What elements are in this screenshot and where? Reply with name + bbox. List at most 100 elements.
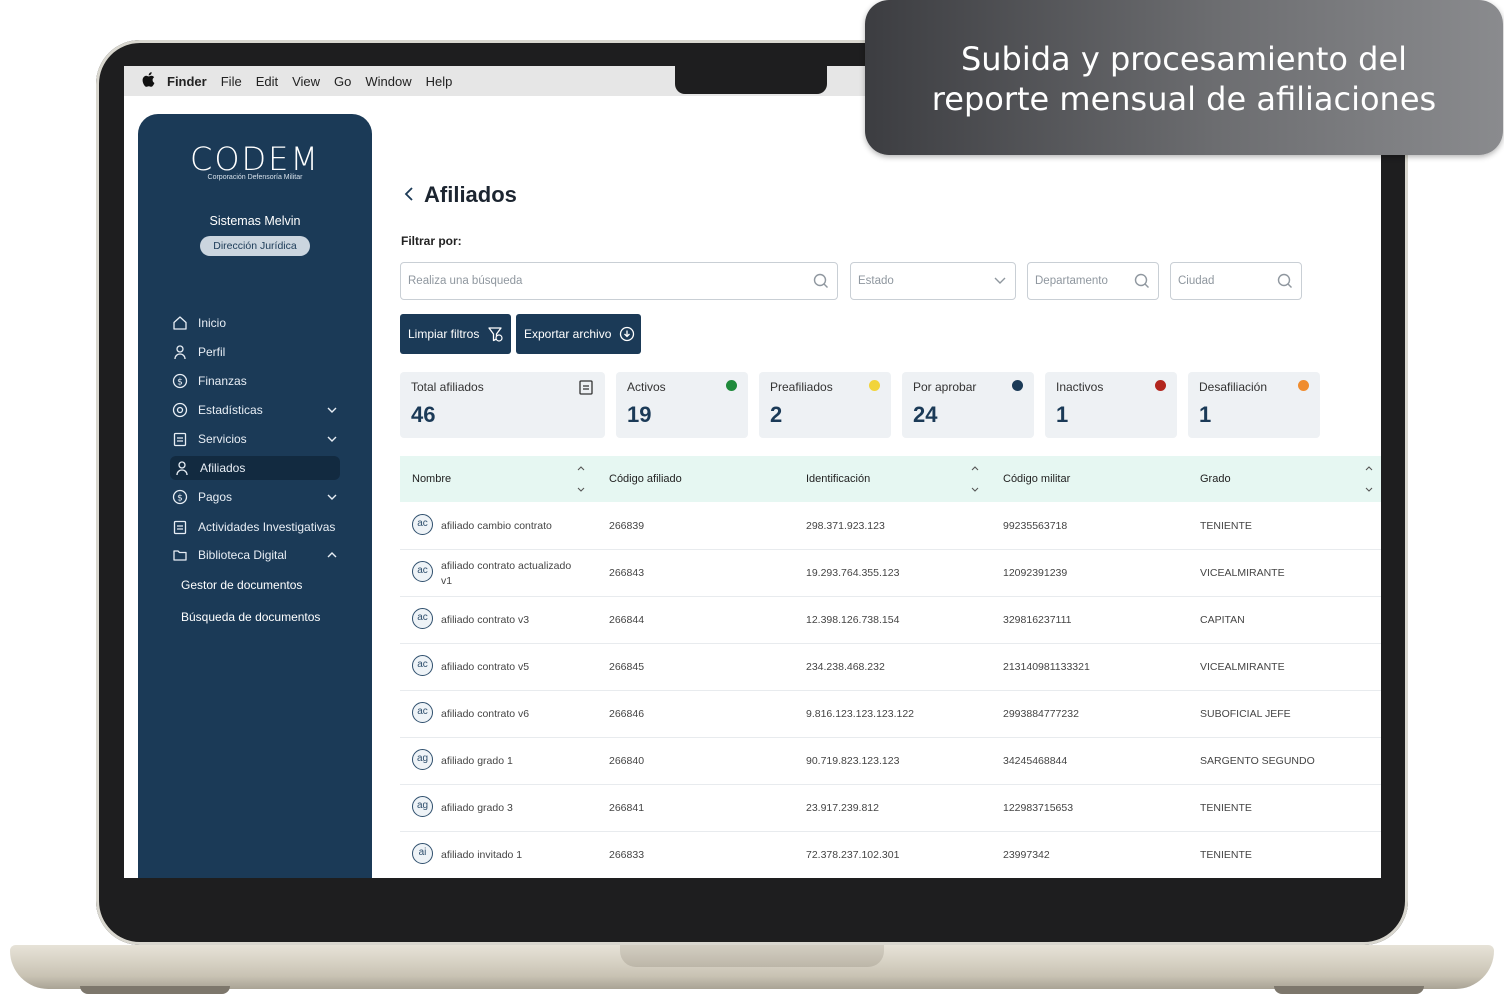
- sidebar-item-label: Pagos: [198, 490, 233, 504]
- table-row[interactable]: ac afiliado contrato v3 266844 12.398.12…: [400, 597, 1381, 644]
- cell-grado: CAPITAN: [1200, 614, 1245, 626]
- table-row[interactable]: ac afiliado cambio contrato 266839 298.3…: [400, 503, 1381, 550]
- ciudad-input[interactable]: Ciudad: [1170, 262, 1302, 300]
- user-icon: [174, 460, 190, 476]
- cell-grado: SUBOFICIAL JEFE: [1200, 708, 1291, 720]
- cell-codigo-militar: 122983715653: [1003, 802, 1074, 814]
- user-role-badge: Dirección Jurídica: [200, 236, 310, 256]
- cell-identificacion: 234.238.468.232: [806, 661, 885, 673]
- cell-grado: TENIENTE: [1200, 802, 1252, 814]
- column-header-grado[interactable]: Grado: [1200, 473, 1231, 485]
- cell-codigo-militar: 23997342: [1003, 849, 1050, 861]
- cell-nombre: afiliado grado 3: [441, 802, 513, 814]
- cell-codigo-afiliado: 266841: [609, 802, 645, 814]
- sidebar-item-afiliados[interactable]: Afiliados: [170, 456, 340, 480]
- table-row[interactable]: ac afiliado contrato actualizado v1 2668…: [400, 550, 1381, 597]
- cell-codigo-militar: 329816237111: [1003, 614, 1072, 626]
- cell-codigo-afiliado: 266846: [609, 708, 645, 720]
- table-row[interactable]: ag afiliado grado 3 266841 23.917.239.81…: [400, 785, 1381, 832]
- column-header-codigo-militar[interactable]: Código militar: [1003, 473, 1070, 485]
- cell-codigo-afiliado: 266843: [609, 567, 645, 579]
- sidebar-item-actividades[interactable]: Actividades Investigativas: [172, 515, 338, 539]
- cell-nombre: afiliado contrato v6: [441, 708, 530, 720]
- card-label: Total afiliados: [411, 380, 484, 394]
- search-icon: [1277, 273, 1293, 292]
- cell-nombre: afiliado contrato actualizado: [441, 560, 572, 572]
- menu-finder[interactable]: Finder: [167, 74, 207, 89]
- table-row[interactable]: ac afiliado contrato v6 266846 9.816.123…: [400, 691, 1381, 738]
- sidebar-item-perfil[interactable]: Perfil: [172, 340, 338, 364]
- cell-grado: TENIENTE: [1200, 520, 1252, 532]
- cell-grado: VICEALMIRANTE: [1200, 567, 1285, 579]
- status-dot-yellow: [869, 380, 880, 391]
- export-file-label: Exportar archivo: [524, 327, 612, 341]
- cell-nombre: afiliado grado 1: [441, 755, 513, 767]
- menu-file[interactable]: File: [221, 74, 242, 89]
- card-label: Desafiliación: [1199, 380, 1268, 394]
- estado-select[interactable]: Estado: [850, 262, 1016, 300]
- sort-icon[interactable]: [970, 464, 980, 499]
- sidebar-subitem-busqueda[interactable]: Búsqueda de documentos: [181, 610, 320, 624]
- sidebar-item-label: Perfil: [198, 345, 226, 359]
- column-header-nombre[interactable]: Nombre: [412, 473, 451, 485]
- menu-help[interactable]: Help: [426, 74, 453, 89]
- cell-identificacion: 72.378.237.102.301: [806, 849, 900, 861]
- menu-go[interactable]: Go: [334, 74, 351, 89]
- sidebar-subitem-gestor[interactable]: Gestor de documentos: [181, 578, 302, 592]
- laptop-foot-right: [1274, 986, 1424, 994]
- sidebar-item-finanzas[interactable]: $ Finanzas: [172, 369, 338, 393]
- avatar: ac: [412, 514, 433, 535]
- sidebar-item-estadisticas[interactable]: Estadísticas: [172, 398, 338, 422]
- clear-filters-button[interactable]: Limpiar filtros: [400, 314, 511, 354]
- menu-window[interactable]: Window: [365, 74, 411, 89]
- sidebar: CODEM Corporación Defensoría Militar Sis…: [138, 114, 372, 878]
- caption-line-1: Subida y procesamiento del: [960, 40, 1408, 78]
- cell-nombre: afiliado cambio contrato: [441, 520, 552, 532]
- departamento-input[interactable]: Departamento: [1027, 262, 1159, 300]
- cell-codigo-afiliado: 266840: [609, 755, 645, 767]
- avatar: ag: [412, 796, 433, 817]
- sidebar-item-pagos[interactable]: $ Pagos: [172, 485, 338, 509]
- clipboard-icon: [172, 431, 188, 447]
- cell-grado: VICEALMIRANTE: [1200, 661, 1285, 673]
- card-preafiliados: Preafiliados 2: [759, 372, 891, 438]
- sort-icon[interactable]: [576, 464, 586, 499]
- menu-edit[interactable]: Edit: [256, 74, 278, 89]
- avatar: ac: [412, 608, 433, 629]
- search-icon: [813, 273, 829, 292]
- page-title: Afiliados: [424, 182, 517, 207]
- sidebar-item-label: Servicios: [198, 432, 247, 446]
- cell-nombre: afiliado contrato v3: [441, 614, 530, 626]
- sidebar-item-biblioteca[interactable]: Biblioteca Digital: [172, 543, 338, 567]
- codem-logo[interactable]: CODEM: [138, 140, 372, 178]
- cell-nombre: afiliado contrato v5: [441, 661, 530, 673]
- sidebar-item-label: Biblioteca Digital: [198, 548, 287, 562]
- sort-icon[interactable]: [1364, 464, 1374, 499]
- card-value: 1: [1056, 402, 1069, 427]
- column-header-identificacion[interactable]: Identificación: [806, 473, 870, 485]
- menu-view[interactable]: View: [292, 74, 320, 89]
- status-dot-green: [726, 380, 737, 391]
- card-desafiliacion: Desafiliación 1: [1188, 372, 1320, 438]
- sidebar-item-inicio[interactable]: Inicio: [172, 311, 338, 335]
- cell-codigo-militar: 34245468844: [1003, 755, 1068, 767]
- sidebar-item-label: Finanzas: [198, 374, 247, 388]
- export-file-button[interactable]: Exportar archivo: [516, 314, 641, 354]
- caption-banner: Subida y procesamiento del reporte mensu…: [865, 0, 1503, 155]
- column-header-codigo-afiliado[interactable]: Código afiliado: [609, 473, 682, 485]
- estado-placeholder: Estado: [858, 275, 894, 287]
- avatar: ac: [412, 702, 433, 723]
- table-row[interactable]: ag afiliado grado 1 266840 90.719.823.12…: [400, 738, 1381, 785]
- sidebar-item-servicios[interactable]: Servicios: [172, 427, 338, 451]
- apple-icon[interactable]: [142, 72, 155, 90]
- table-row[interactable]: ac afiliado contrato v5 266845 234.238.4…: [400, 644, 1381, 691]
- avatar: ac: [412, 561, 433, 582]
- table-row[interactable]: ai afiliado invitado 1 266833 72.378.237…: [400, 832, 1381, 878]
- back-chevron-icon[interactable]: [404, 186, 414, 207]
- search-input[interactable]: Realiza una búsqueda: [400, 262, 838, 300]
- clipboard-icon: [172, 519, 188, 535]
- svg-text:$: $: [177, 378, 183, 388]
- cell-grado: TENIENTE: [1200, 849, 1252, 861]
- card-inactivos: Inactivos 1: [1045, 372, 1177, 438]
- home-icon: [172, 315, 188, 331]
